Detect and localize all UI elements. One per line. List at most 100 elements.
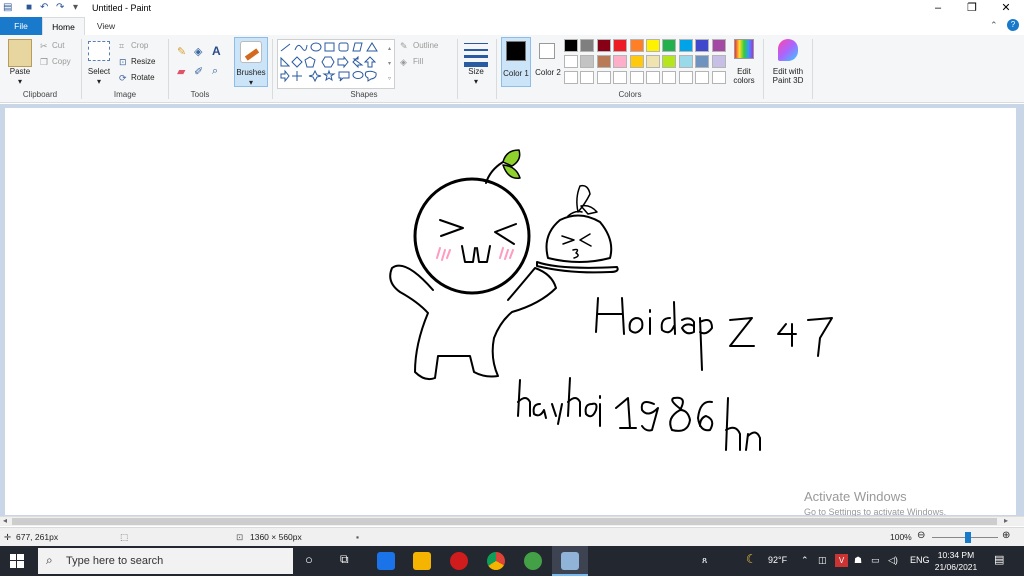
palette-swatch[interactable] — [678, 71, 693, 84]
undo-icon[interactable]: ↶ — [40, 2, 48, 13]
resize-button[interactable]: Resize — [131, 57, 155, 66]
shapes-gallery[interactable]: ▴ ▾ ▿ — [277, 39, 395, 89]
palette-swatch[interactable] — [629, 39, 644, 52]
paint3d-icon[interactable] — [778, 39, 798, 61]
clock[interactable]: 10:34 PM 21/06/2021 — [934, 549, 978, 573]
palette-swatch[interactable] — [662, 39, 677, 52]
help-icon[interactable]: ? — [1007, 19, 1019, 31]
palette-swatch[interactable] — [564, 39, 578, 52]
weather-icon[interactable]: ☾ — [746, 552, 757, 566]
palette-swatch[interactable] — [695, 55, 710, 68]
horizontal-scrollbar[interactable]: ◂ ▸ — [0, 516, 1024, 526]
close-button[interactable]: ✕ — [989, 0, 1023, 17]
paste-icon[interactable] — [8, 39, 32, 67]
notifications-icon[interactable]: ▤ — [994, 553, 1004, 566]
palette-swatch[interactable] — [678, 39, 693, 52]
palette-swatch[interactable] — [678, 55, 693, 68]
zoom-out-button[interactable]: ⊖ — [917, 530, 925, 541]
palette-swatch[interactable] — [580, 39, 595, 52]
palette-swatch[interactable] — [596, 71, 611, 84]
size-icon[interactable] — [462, 39, 490, 69]
paint-taskbar-button[interactable] — [552, 546, 588, 576]
color-picker-icon[interactable]: ✐ — [194, 65, 203, 78]
palette-swatch[interactable] — [711, 71, 726, 84]
copy-button[interactable]: Copy — [52, 57, 71, 66]
tray-icon-2[interactable]: ☗ — [854, 555, 862, 566]
task-view-icon[interactable]: ⧉ — [340, 552, 349, 567]
brushes-button[interactable]: Brushes ▾ — [234, 37, 268, 87]
opera-icon[interactable] — [450, 552, 468, 570]
zoom-in-button[interactable]: ⊕ — [1002, 530, 1010, 541]
edit-with-paint3d-button[interactable]: Edit with Paint 3D — [766, 67, 810, 85]
tray-icon-v[interactable]: V — [835, 554, 848, 567]
eraser-icon[interactable]: ▰ — [177, 65, 185, 78]
palette-swatch[interactable] — [613, 71, 628, 84]
zoom-slider-thumb[interactable] — [965, 532, 971, 543]
palette-swatch[interactable] — [564, 71, 578, 84]
minimize-button[interactable]: – — [921, 0, 955, 17]
palette-swatch[interactable] — [580, 55, 595, 68]
start-icon[interactable] — [10, 554, 24, 568]
palette-swatch[interactable] — [580, 71, 595, 84]
scroll-left-icon[interactable]: ◂ — [3, 516, 7, 525]
tab-home[interactable]: Home — [42, 17, 85, 35]
collapse-ribbon-icon[interactable]: ⌃ — [990, 20, 998, 31]
network-icon[interactable]: ▭ — [871, 555, 880, 566]
file-explorer-icon[interactable] — [413, 552, 431, 570]
paste-button[interactable]: Paste — [4, 67, 36, 76]
palette-swatch[interactable] — [596, 39, 611, 52]
palette-swatch[interactable] — [629, 55, 644, 68]
taskbar-search[interactable]: ⌕ Type here to search — [38, 548, 293, 574]
outline-dropdown[interactable]: Outline — [413, 41, 438, 50]
edit-colors-icon[interactable] — [734, 39, 754, 59]
cortana-icon[interactable]: ○ — [305, 552, 313, 567]
customize-quick-access-icon[interactable]: ▾ — [73, 2, 78, 13]
crop-button[interactable]: Crop — [131, 41, 148, 50]
scroll-right-icon[interactable]: ▸ — [1004, 516, 1008, 525]
redo-icon[interactable]: ↷ — [56, 2, 64, 13]
palette-swatch[interactable] — [662, 71, 677, 84]
maximize-button[interactable]: ❐ — [955, 0, 989, 17]
show-hidden-icons[interactable]: ⌃ — [801, 555, 809, 566]
fill-dropdown[interactable]: Fill — [413, 57, 423, 66]
fill-bucket-icon[interactable]: ◈ — [194, 45, 202, 58]
palette-swatch[interactable] — [613, 55, 628, 68]
language-indicator[interactable]: ENG — [910, 555, 930, 565]
color2-button[interactable]: Color 2 — [535, 37, 561, 87]
volume-icon[interactable]: ◁) — [888, 555, 898, 566]
palette-swatch[interactable] — [711, 39, 726, 52]
edit-colors-button[interactable]: Edit colors — [728, 67, 760, 85]
scroll-thumb[interactable] — [12, 518, 997, 525]
palette-swatch[interactable] — [662, 55, 677, 68]
weather-temp[interactable]: 92°F — [768, 555, 787, 565]
tab-file[interactable]: File — [0, 17, 42, 35]
tray-icon-1[interactable]: ◫ — [818, 555, 827, 566]
text-tool-icon[interactable]: A — [212, 44, 221, 58]
select-icon[interactable] — [88, 41, 110, 61]
rotate-button[interactable]: Rotate — [131, 73, 155, 82]
size-button[interactable]: Size — [462, 67, 490, 76]
palette-swatch[interactable] — [629, 71, 644, 84]
select-button[interactable]: Select — [84, 67, 114, 76]
palette-swatch[interactable] — [564, 55, 578, 68]
app-icon-1[interactable] — [377, 552, 395, 570]
drawing-canvas[interactable] — [5, 108, 1016, 515]
file-size-icon: ▪ — [356, 532, 360, 542]
palette-swatch[interactable] — [646, 39, 660, 52]
magnifier-icon[interactable]: ⌕ — [212, 65, 218, 78]
color1-button[interactable]: Color 1 — [501, 37, 531, 87]
people-icon[interactable]: ጸ — [702, 555, 707, 566]
palette-swatch[interactable] — [596, 55, 611, 68]
app-icon-5[interactable] — [524, 552, 542, 570]
tab-view[interactable]: View — [85, 17, 127, 35]
palette-swatch[interactable] — [646, 55, 660, 68]
save-icon[interactable]: ■ — [26, 2, 32, 13]
palette-swatch[interactable] — [695, 39, 710, 52]
palette-swatch[interactable] — [711, 55, 726, 68]
chrome-icon[interactable] — [487, 552, 505, 570]
cut-button[interactable]: Cut — [52, 41, 64, 50]
pencil-icon[interactable]: ✎ — [177, 45, 186, 58]
palette-swatch[interactable] — [646, 71, 660, 84]
palette-swatch[interactable] — [613, 39, 628, 52]
palette-swatch[interactable] — [695, 71, 710, 84]
